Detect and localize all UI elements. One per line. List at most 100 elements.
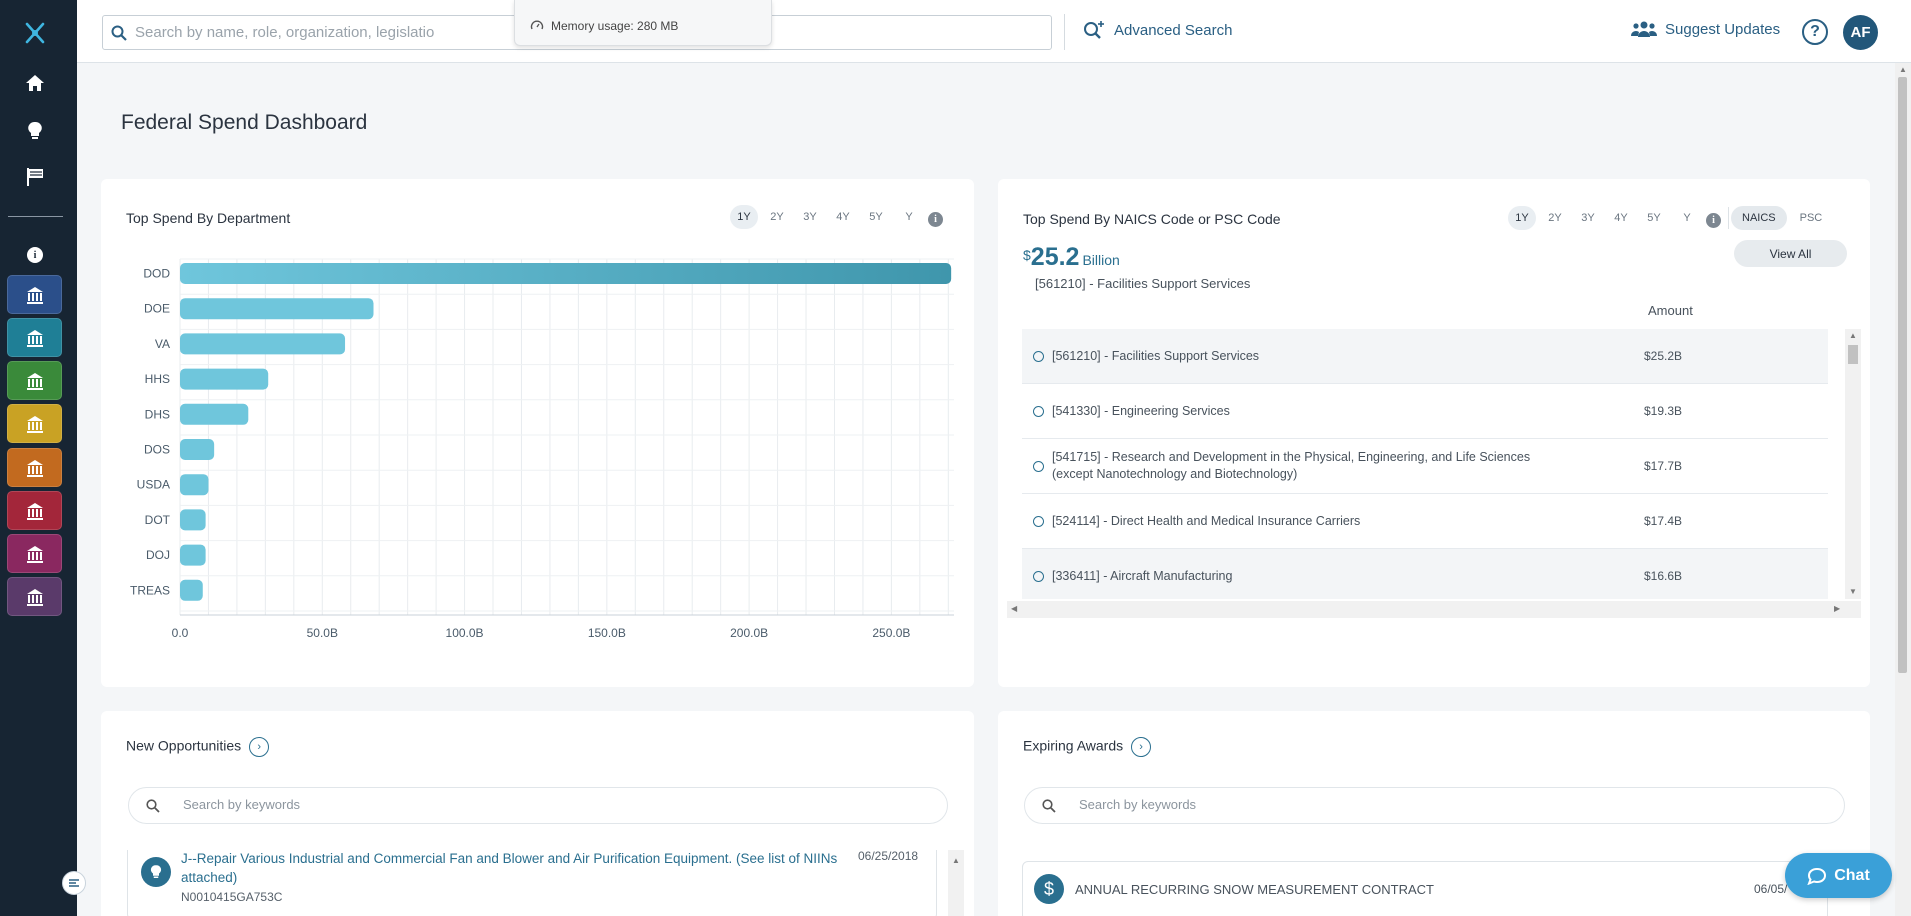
naics-list: [561210] - Facilities Support Services $2… [1022,329,1828,599]
sidebar-divider [8,216,63,217]
awards-search-input[interactable] [1079,797,1579,812]
naics-timeframe-3y[interactable]: 3Y [1574,206,1602,230]
help-button[interactable]: ? [1802,19,1828,45]
global-icon [26,545,43,563]
category-label-doj: DOJ [146,548,170,562]
state-building-tile[interactable] [7,361,62,400]
naics-timeframe-5y[interactable]: 5Y [1640,206,1668,230]
naics-row[interactable]: [524114] - Direct Health and Medical Ins… [1022,494,1828,549]
user-avatar[interactable]: AF [1843,15,1878,50]
opportunities-search[interactable] [128,787,948,824]
award-title[interactable]: ANNUAL RECURRING SNOW MEASUREMENT CONTRA… [1075,882,1434,897]
collapse-sidebar-button[interactable] [62,871,86,895]
chevron-right-icon[interactable]: › [1131,737,1152,757]
awards-search[interactable] [1024,787,1845,824]
naics-timeframe-1y[interactable]: 1Y [1508,206,1536,230]
bar-doj[interactable] [180,544,206,566]
federal-building-tile[interactable] [7,318,62,357]
naics-row-amount: $16.6B [1644,569,1683,583]
radio-button[interactable] [1033,405,1044,417]
naics-timeframe-4y[interactable]: 4Y [1607,206,1635,230]
opportunities-search-input[interactable] [183,797,683,812]
lightbulb-icon[interactable] [22,118,48,144]
x-tick-label: 0.0 [172,626,189,640]
naics-list-scrollbar[interactable]: ▲ ▼ [1845,329,1861,599]
bar-dos[interactable] [180,439,215,460]
radio-button[interactable] [1033,515,1044,527]
city-tile[interactable] [7,491,62,530]
dept-timeframe-y-custom[interactable]: Y [895,205,923,229]
category-label-dos: DOS [144,443,170,457]
bar-dod[interactable] [180,263,952,284]
awards-list: $ ANNUAL RECURRING SNOW MEASUREMENT CONT… [1022,861,1828,916]
toggle-naics[interactable]: NAICS [1731,206,1787,230]
naics-row-amount: $17.7B [1644,459,1683,473]
new-opportunities-header: New Opportunities › [126,737,270,757]
opportunity-title[interactable]: J--Repair Various Industrial and Commerc… [181,850,841,887]
naics-row[interactable]: [561210] - Facilities Support Services $2… [1022,329,1828,384]
money-tile[interactable] [7,404,62,443]
naics-scrollbar-thumb[interactable] [1848,345,1858,364]
top-amount-unit: Billion [1082,252,1120,268]
naics-list-hscrollbar[interactable]: ◀ ▶ [1007,601,1861,618]
bar-hhs[interactable] [180,368,269,390]
global-search-input[interactable] [135,16,435,49]
x-tick-label: 100.0B [446,626,484,640]
radio-button[interactable] [1033,350,1044,362]
top-amount-description: [561210] - Facilities Support Services [1035,276,1251,291]
x-tick-label: 250.0B [872,626,910,640]
naics-row[interactable]: [541330] - Engineering Services $19.3B [1022,384,1828,439]
radio-button[interactable] [1033,460,1044,472]
gauge-icon [530,20,544,30]
bar-dhs[interactable] [180,403,249,425]
naics-info-icon[interactable]: i [1706,210,1721,228]
topbar-separator [1064,14,1065,50]
category-label-dhs: DHS [145,407,170,421]
view-all-button[interactable]: View All [1734,240,1847,267]
money-icon [26,415,43,433]
naics-timeframe-y-custom[interactable]: Y [1673,206,1701,230]
info-icon[interactable]: i [22,242,48,268]
radio-button[interactable] [1033,570,1044,582]
logo-icon[interactable] [22,20,48,46]
naics-row[interactable]: [336411] - Aircraft Manufacturing $16.6B [1022,549,1828,599]
bar-doe[interactable] [180,298,374,320]
dept-timeframe-2y[interactable]: 2Y [763,205,791,229]
naics-row[interactable]: [541715] - Research and Development in t… [1022,439,1828,494]
chat-button[interactable]: Chat [1785,853,1892,898]
naics-row-label: [336411] - Aircraft Manufacturing [1052,568,1233,583]
flag-icon[interactable] [22,164,48,190]
dept-timeframe-5y[interactable]: 5Y [862,205,890,229]
gavel-tile[interactable] [7,577,62,616]
state-building-icon [26,372,43,390]
opportunity-item[interactable]: J--Repair Various Industrial and Commerc… [127,850,937,916]
x-tick-label: 150.0B [588,626,626,640]
advanced-search-link[interactable]: Advanced Search [1083,20,1232,40]
chevron-right-icon[interactable]: › [249,737,270,757]
dept-info-icon[interactable]: i [928,209,943,227]
bar-usda[interactable] [180,474,209,496]
search-icon [146,799,160,813]
dept-timeframe-4y[interactable]: 4Y [829,205,857,229]
justice-icon [26,459,43,477]
naics-timeframe-2y[interactable]: 2Y [1541,206,1569,230]
page-scrollbar[interactable]: ▲ [1895,63,1911,916]
global-tile[interactable] [7,534,62,573]
justice-tile[interactable] [7,448,62,487]
top-amount-currency: $ [1023,247,1031,263]
search-icon [1042,799,1056,813]
toggle-psc[interactable]: PSC [1789,206,1834,230]
dept-timeframe-3y[interactable]: 3Y [796,205,824,229]
suggest-updates-link[interactable]: Suggest Updates [1631,20,1780,38]
page-scrollbar-thumb[interactable] [1898,77,1907,673]
bar-dot[interactable] [180,509,206,531]
category-label-doe: DOE [144,302,170,316]
home-icon[interactable] [22,70,48,96]
expiring-awards-header: Expiring Awards › [1023,737,1152,757]
bar-treas[interactable] [180,579,203,601]
dept-timeframe-1y[interactable]: 1Y [730,205,758,229]
award-item[interactable]: $ ANNUAL RECURRING SNOW MEASUREMENT CONT… [1022,861,1828,916]
bar-va[interactable] [180,333,346,355]
capitol-tile[interactable] [7,275,62,314]
opportunities-scrollbar[interactable]: ▲ [948,850,964,916]
